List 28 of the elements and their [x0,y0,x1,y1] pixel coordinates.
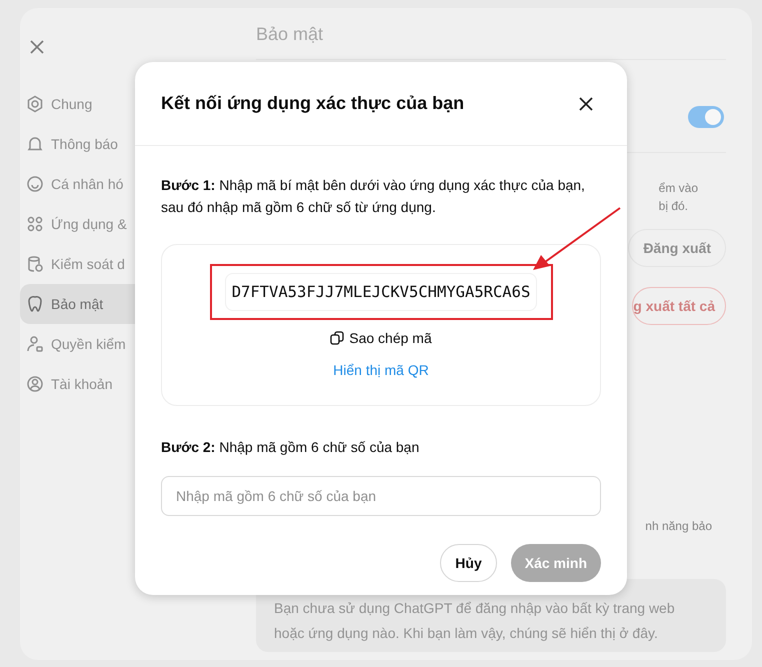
step-instruction: Bước 2: Nhập mã gồm 6 chữ số của bạn [161,438,420,457]
grid-icon [26,215,44,233]
hint-text: ểm vào [658,180,698,197]
person-lock-icon [26,335,44,353]
database-icon [26,255,44,273]
step-instruction: Bước 1: Nhập mã bí mật bên dưới vào ứng dụng xác thực của bạn, sau đó nhập mã gồm 6 chữ số từ ứng dụng. [161,176,586,217]
cancel-button[interactable]: Hủy [440,544,497,582]
copy-link[interactable]: Sao chép mã [330,330,432,346]
bell-icon [26,135,44,153]
logout-all-button[interactable]: g xuất tất cả [632,287,726,325]
account-icon [26,375,44,393]
gear-icon [26,95,44,113]
toggle-switch[interactable] [688,106,724,128]
page-title: Bảo mật [256,24,726,60]
hint-text: bị đó. [658,198,689,215]
feature-text: nh năng bảo [645,519,712,533]
logout-button[interactable]: Đăng xuất [628,229,726,267]
sidebar-item[interactable]: Quyền kiểm [20,324,230,364]
smiley-icon [26,175,44,193]
copy-icon [330,331,344,345]
close-icon[interactable] [579,96,593,110]
code-input-field[interactable]: Nhập mã gồm 6 chữ số của bạn [161,476,601,516]
qr-link[interactable]: Hiển thị mã QR [333,362,429,378]
tooth-icon [26,295,44,313]
sidebar-item[interactable]: Tài khoản [20,364,230,404]
dialog-title: Kết nối ứng dụng xác thực của bạn [161,93,464,114]
secret-code: D7FTVA53FJJ7MLEJCKV5CHMYGA5RCA6S [224,273,538,311]
sidebar-item[interactable]: Thông báo [20,124,230,164]
